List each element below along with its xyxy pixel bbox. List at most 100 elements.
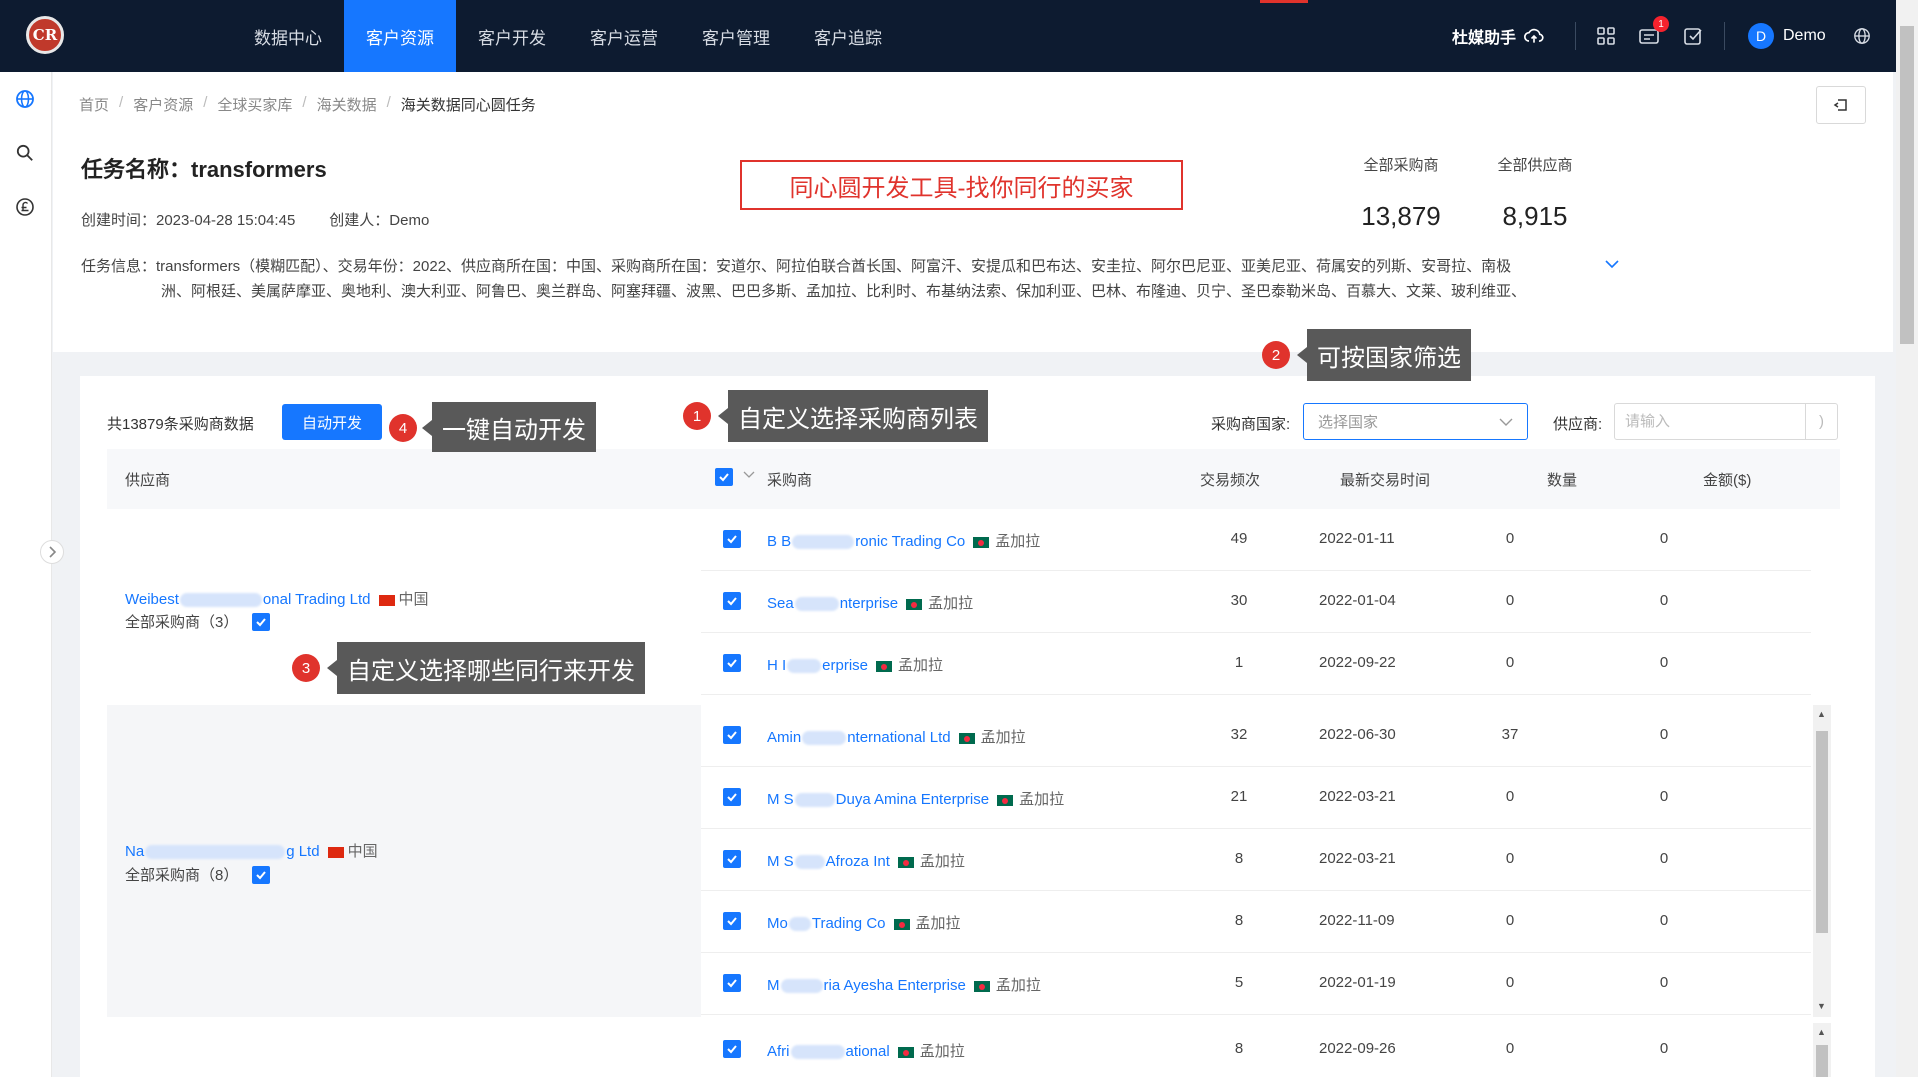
globe-language-icon[interactable] [1848, 22, 1876, 50]
row-checkbox[interactable] [723, 788, 741, 806]
breadcrumb-current: 海关数据同心圆任务 [400, 97, 536, 114]
search-icon[interactable] [14, 142, 36, 164]
scroll-down-arrow-icon[interactable]: ▼ [1817, 1001, 1826, 1011]
page-scrollbar-thumb[interactable] [1900, 26, 1914, 344]
table-row: M S Afroza Int 孟加拉 8 2022-03-21 0 0 [701, 829, 1811, 891]
group-scrollbar[interactable]: ▲ ▼ [1813, 705, 1831, 1017]
scroll-up-arrow-icon[interactable]: ▲ [1817, 1027, 1826, 1037]
buyer-link[interactable]: M S Duya Amina Enterprise 孟加拉 [767, 788, 1064, 809]
nav-customer-resources[interactable]: 客户资源 [344, 0, 456, 72]
left-sidebar [0, 72, 52, 1077]
nav-customer-management[interactable]: 客户管理 [680, 0, 792, 72]
annotation-label-3: 自定义选择哪些同行来开发 [327, 642, 645, 694]
scrollbar-thumb[interactable] [1816, 731, 1828, 933]
supplier-checkbox[interactable] [252, 865, 271, 884]
supplier-link[interactable]: Na g Ltd 中国 [125, 840, 378, 861]
task-info-line2: 洲、阿根廷、美属萨摩亚、奥地利、澳大利亚、阿鲁巴、奥兰群岛、阿塞拜疆、波黑、巴巴… [161, 283, 1527, 300]
row-checkbox[interactable] [723, 530, 741, 548]
apps-grid-icon[interactable] [1592, 22, 1620, 50]
total-count: 共13879条采购商数据 [107, 416, 254, 433]
buyer-link[interactable]: Mria Ayesha Enterprise 孟加拉 [767, 974, 1041, 995]
supplier-cell: Na g Ltd 中国 全部采购商（8） [107, 705, 701, 1017]
notification-badge: 1 [1653, 16, 1669, 32]
supplier-input[interactable] [1615, 404, 1805, 439]
edit-task-icon[interactable] [1679, 22, 1707, 50]
quantity-value: 0 [1505, 912, 1515, 929]
col-buyer: 采购商 [767, 472, 813, 489]
nav-customer-operations[interactable]: 客户运营 [568, 0, 680, 72]
col-quantity[interactable]: 数量 [1547, 469, 1577, 490]
amount-value: 0 [1659, 530, 1669, 547]
supplier-checkbox[interactable] [252, 612, 271, 631]
col-latest-date[interactable]: 最新交易时间 [1340, 469, 1430, 490]
scroll-up-arrow-icon[interactable]: ▲ [1817, 709, 1826, 719]
app-logo[interactable]: CR [26, 16, 64, 54]
sidebar-expand-button[interactable] [40, 540, 64, 564]
buyer-country-label: 采购商国家: [1211, 416, 1291, 433]
latest-date-value: 2022-06-30 [1319, 726, 1396, 743]
annotation-label-4: 一键自动开发 [422, 402, 596, 452]
buyer-link[interactable]: M S Afroza Int 孟加拉 [767, 850, 965, 871]
created-time: 创建时间：2023-04-28 15:04:45 [81, 212, 296, 229]
table-row: Amin nternational Ltd 孟加拉 32 2022-06-30 37… [701, 705, 1811, 767]
buyer-link[interactable]: Afri ational 孟加拉 [767, 1040, 965, 1061]
nav-divider [1724, 22, 1725, 50]
latest-date-value: 2022-11-09 [1319, 912, 1395, 929]
select-all-checkbox[interactable] [715, 468, 733, 487]
globe-icon[interactable] [14, 88, 36, 110]
row-checkbox[interactable] [723, 726, 741, 744]
row-checkbox[interactable] [723, 850, 741, 868]
expand-info-chevron-icon[interactable] [1605, 256, 1619, 272]
col-amount[interactable]: 金额($) [1703, 469, 1751, 490]
nav-data-center[interactable]: 数据中心 [232, 0, 344, 72]
row-checkbox[interactable] [723, 592, 741, 610]
frequency-value: 49 [1230, 530, 1248, 547]
task-meta: 创建时间：2023-04-28 15:04:45 创建人：Demo [81, 209, 429, 230]
stat-all-suppliers: 全部供应商 8,915 [1475, 154, 1595, 232]
row-checkbox[interactable] [723, 654, 741, 672]
row-checkbox[interactable] [723, 1040, 741, 1058]
frequency-value: 5 [1234, 974, 1244, 991]
back-button[interactable] [1816, 86, 1866, 124]
avatar[interactable]: D [1748, 23, 1774, 49]
auto-develop-button[interactable]: 自动开发 [282, 404, 382, 440]
buyer-link[interactable]: B Bronic Trading Co 孟加拉 [767, 530, 1040, 551]
buyer-link[interactable]: Mo Trading Co 孟加拉 [767, 912, 961, 933]
group-scrollbar[interactable]: ▲ [1813, 1023, 1831, 1077]
buyer-link[interactable]: H Ierprise 孟加拉 [767, 654, 943, 675]
assistant-button[interactable]: 杜媒助手 [1452, 24, 1544, 48]
breadcrumb-customs-data[interactable]: 海关数据 [317, 94, 377, 115]
buyer-link[interactable]: Sea nterprise 孟加拉 [767, 592, 973, 613]
breadcrumb: 首页 / 客户资源 / 全球买家库 / 海关数据 / 海关数据同心圆任务 [79, 94, 536, 115]
buyer-country-select[interactable]: 选择国家 [1303, 403, 1528, 440]
quantity-value: 0 [1505, 592, 1515, 609]
buyer-link[interactable]: Amin nternational Ltd 孟加拉 [767, 726, 1026, 747]
breadcrumb-customer-resources[interactable]: 客户资源 [133, 94, 193, 115]
nav-customer-tracking[interactable]: 客户追踪 [792, 0, 904, 72]
promo-callout: 同心圆开发工具-找你同行的买家 [740, 160, 1183, 210]
task-header-card: 首页 / 客户资源 / 全球买家库 / 海关数据 / 海关数据同心圆任务 任务名… [53, 72, 1893, 352]
row-checkbox[interactable] [723, 912, 741, 930]
table-header: 供应商 采购商 交易频次 最新交易时间 数量 金额($) [107, 449, 1840, 509]
select-dropdown-chevron-icon[interactable] [743, 466, 755, 483]
quantity-value: 0 [1505, 850, 1515, 867]
scrollbar-thumb[interactable] [1816, 1045, 1828, 1077]
breadcrumb-home[interactable]: 首页 [79, 94, 109, 115]
table-row: H Ierprise 孟加拉 1 2022-09-22 0 0 [701, 633, 1811, 695]
page-scrollbar[interactable] [1896, 0, 1918, 1077]
row-checkbox[interactable] [723, 974, 741, 992]
notification-icon[interactable]: 1 [1635, 16, 1669, 50]
breadcrumb-global-buyers[interactable]: 全球买家库 [217, 94, 292, 115]
currency-icon[interactable] [14, 196, 36, 218]
supplier-group: Na g Ltd 中国 全部采购商（8） Amin nternational Ltd 孟… [107, 705, 1840, 1017]
col-frequency[interactable]: 交易频次 [1200, 469, 1260, 490]
amount-value: 0 [1659, 592, 1669, 609]
supplier-link[interactable]: Weibest onal Trading Ltd 中国 [125, 588, 429, 609]
table-row: Afri ational 孟加拉 8 2022-09-26 0 0 [701, 1019, 1811, 1077]
stat-all-buyers: 全部采购商 13,879 [1341, 154, 1461, 232]
search-addon-button[interactable]: ) [1805, 404, 1837, 439]
nav-customer-development[interactable]: 客户开发 [456, 0, 568, 72]
quantity-value: 0 [1505, 788, 1515, 805]
assistant-label: 杜媒助手 [1452, 30, 1517, 47]
user-name[interactable]: Demo [1783, 27, 1826, 45]
